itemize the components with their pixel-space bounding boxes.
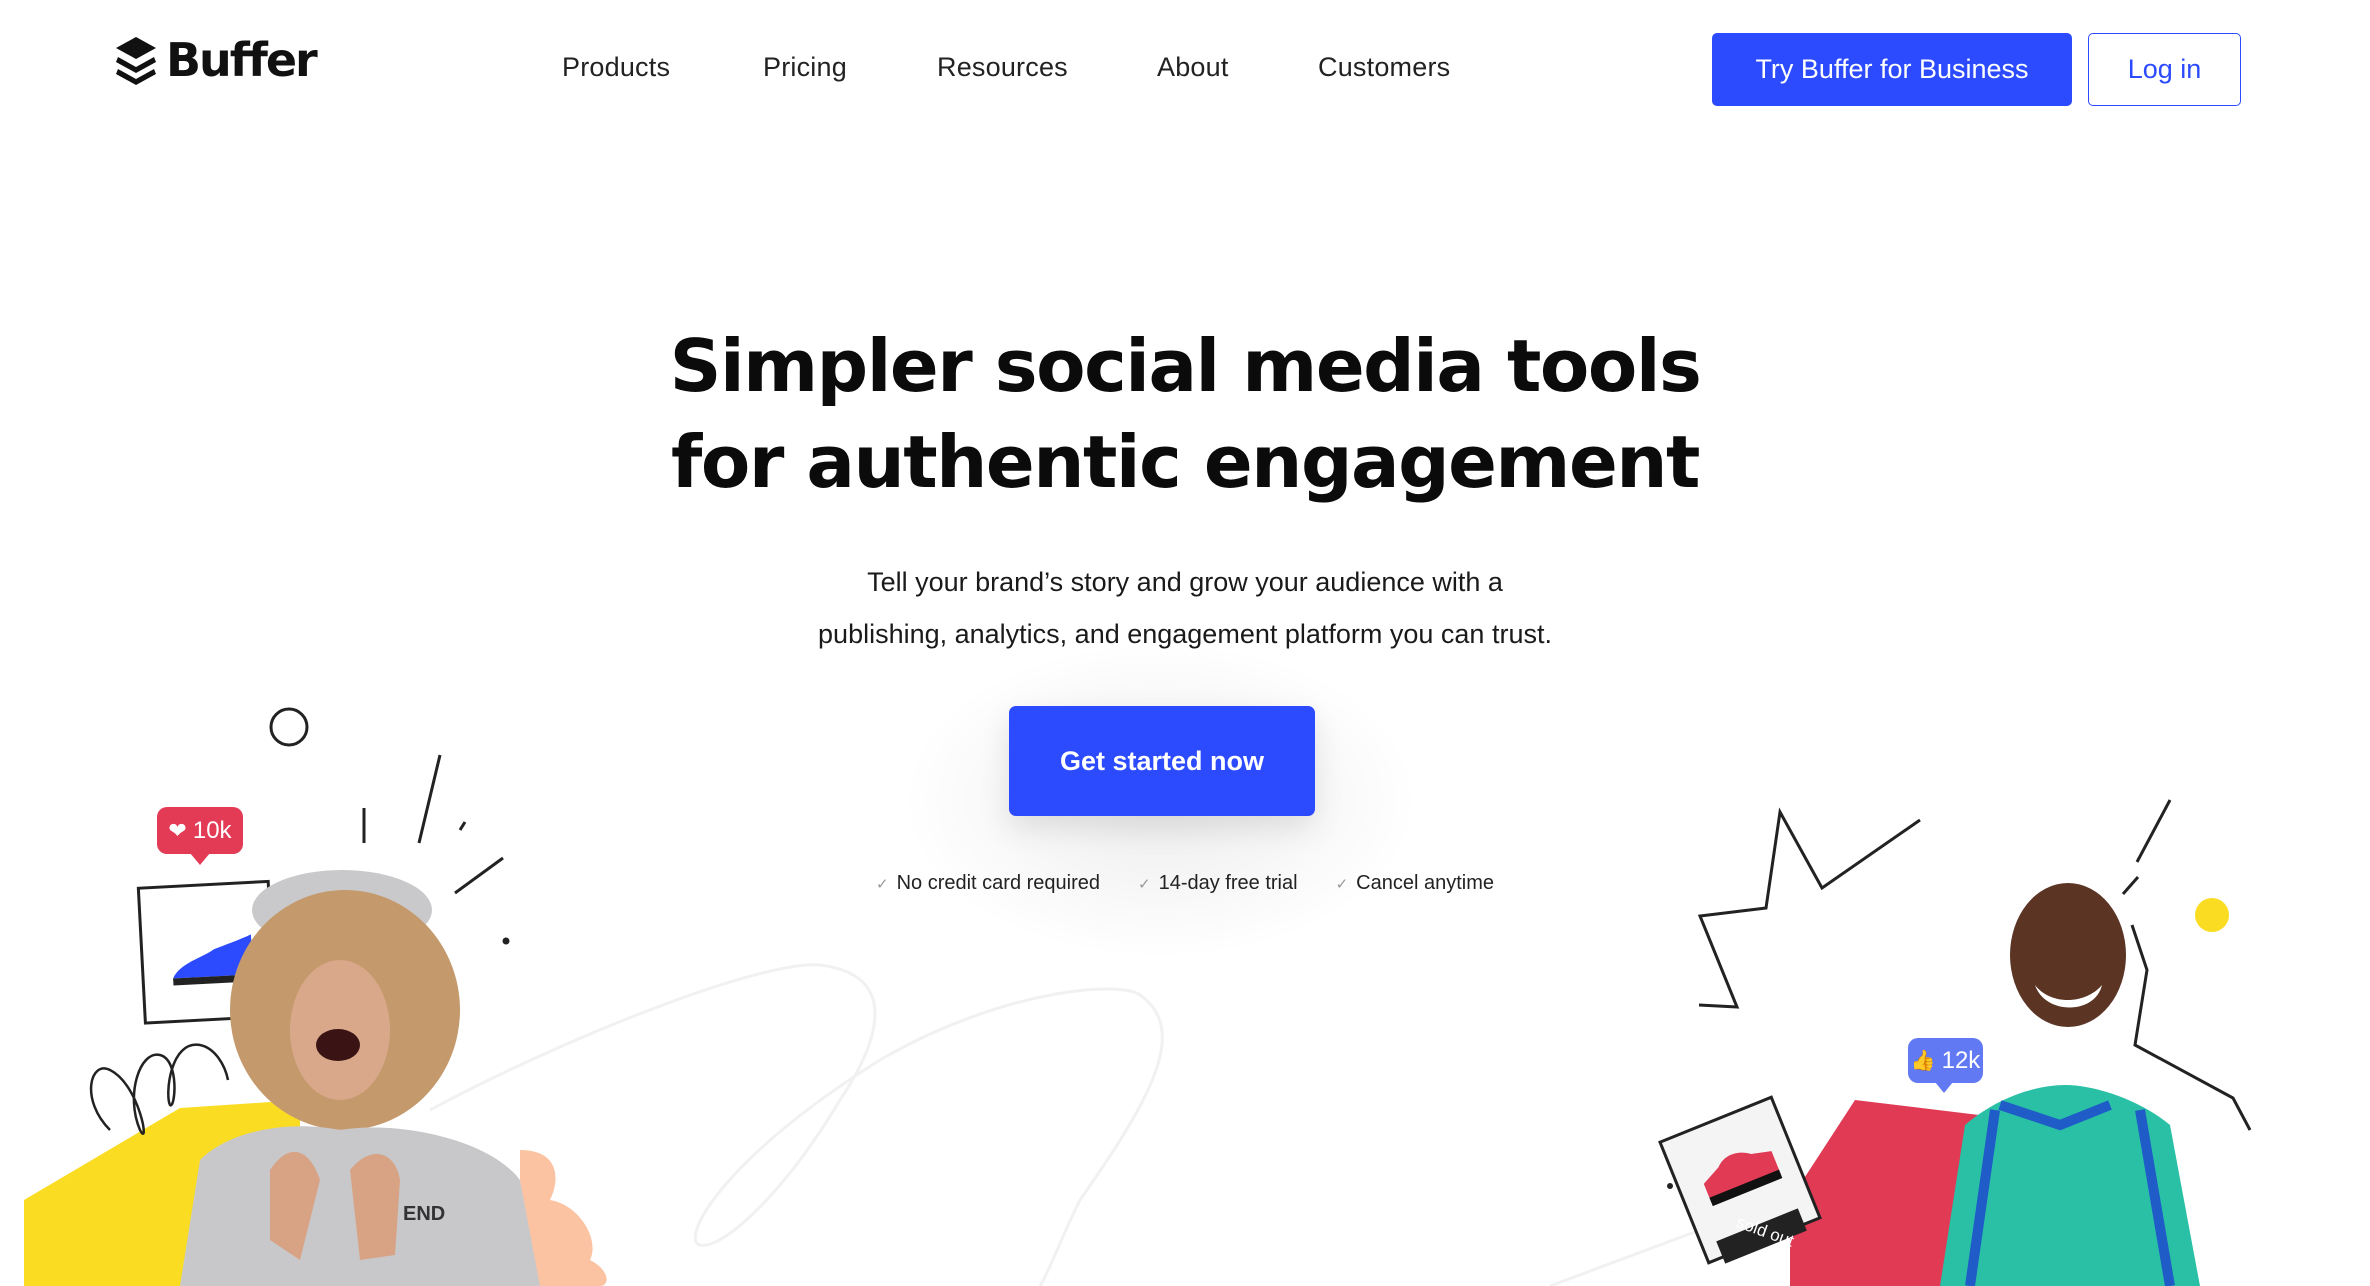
left-illustration xyxy=(24,707,607,1286)
perk-label: 14-day free trial xyxy=(1158,872,1298,894)
burst-line xyxy=(458,821,467,831)
zigzag-lines xyxy=(1697,807,1921,1009)
heart-count: 10k xyxy=(192,816,232,844)
heart-like-badge: ❤ 10k xyxy=(157,807,243,854)
like-badge-pointer xyxy=(1935,1082,1953,1093)
perk-label: Cancel anytime xyxy=(1356,872,1494,894)
get-started-button[interactable]: Get started now xyxy=(1009,706,1315,816)
man-photo xyxy=(1940,883,2200,1286)
perk-item: ✓ Cancel anytime xyxy=(1336,872,1494,895)
hero-title-line-1: Simpler social media tools xyxy=(669,324,1702,408)
thumbs-up-like-badge: 👍 12k xyxy=(1908,1038,1983,1083)
heart-badge-pointer xyxy=(190,853,210,865)
check-icon: ✓ xyxy=(1335,875,1349,893)
right-illustration xyxy=(1658,799,2252,1286)
dot xyxy=(1667,1183,1673,1189)
perk-item: ✓ No credit card required xyxy=(876,872,1100,895)
perk-item: ✓ 14-day free trial xyxy=(1138,872,1298,895)
burst-line xyxy=(2135,799,2172,863)
burst-line xyxy=(2121,876,2140,895)
thumbs-up-icon: 👍 xyxy=(1910,1050,1936,1072)
hero-subtitle-line-1: Tell your brand’s story and grow your au… xyxy=(867,567,1503,597)
circle-outline-icon xyxy=(269,707,309,747)
burst-line xyxy=(454,856,504,895)
sweatshirt-text: END xyxy=(403,1203,446,1225)
check-icon: ✓ xyxy=(876,875,889,893)
heart-icon: ❤ xyxy=(168,817,187,843)
check-icon: ✓ xyxy=(1138,875,1151,893)
hero-title: Simpler social media tools for authentic… xyxy=(0,318,2370,510)
perk-label: No credit card required xyxy=(896,872,1101,894)
hero-title-line-2: for authentic engagement xyxy=(671,420,1700,504)
like-count: 12k xyxy=(1941,1046,1981,1074)
yellow-dot xyxy=(2195,898,2229,932)
burst-line xyxy=(417,754,442,844)
dot xyxy=(502,937,510,945)
